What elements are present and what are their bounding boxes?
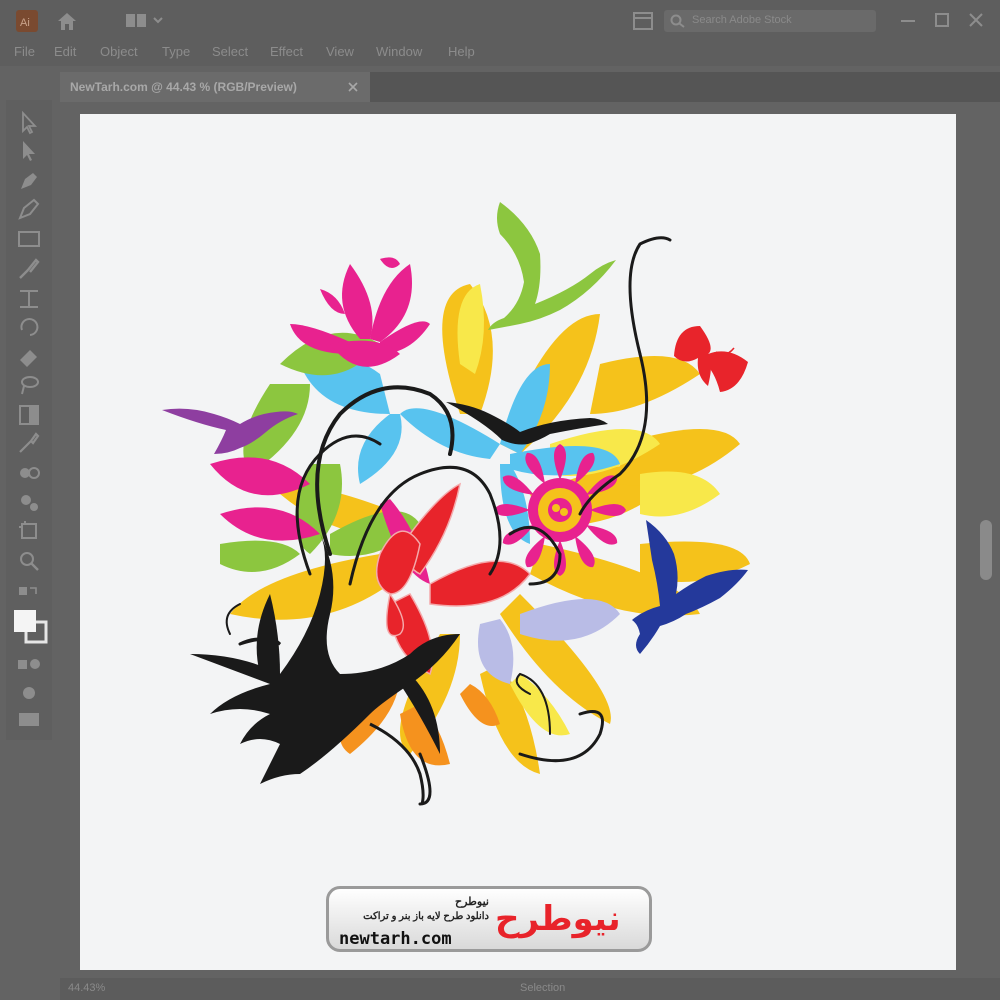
rotate-tool-icon[interactable]: [16, 314, 42, 340]
draw-mode-icon[interactable]: [16, 680, 42, 706]
svg-text:Ai: Ai: [20, 17, 30, 29]
search-placeholder: Search Adobe Stock: [692, 14, 792, 26]
search-stock-input[interactable]: Search Adobe Stock: [664, 10, 876, 32]
watermark-logo: نیوطرح دانلود طرح لایه باز بنر و تراکت n…: [326, 886, 652, 952]
menu-window[interactable]: Window: [376, 44, 422, 59]
eraser-tool-icon[interactable]: [16, 344, 42, 370]
menu-select[interactable]: Select: [212, 44, 248, 59]
green-bird: [488, 202, 616, 330]
screen-mode-icon[interactable]: [16, 706, 42, 732]
close-tab-icon[interactable]: [348, 82, 358, 92]
vertical-scrollbar[interactable]: [980, 520, 992, 580]
document-tab[interactable]: NewTarh.com @ 44.43 % (RGB/Preview): [60, 72, 370, 102]
lasso-tool-icon[interactable]: [16, 372, 42, 398]
artboard[interactable]: نیوطرح دانلود طرح لایه باز بنر و تراکت n…: [80, 114, 956, 970]
logo-url: newtarh.com: [339, 929, 452, 949]
close-icon[interactable]: [964, 8, 988, 32]
eyedropper-tool-icon[interactable]: [16, 430, 42, 456]
arrange-icon[interactable]: [632, 10, 654, 32]
color-mode-icon[interactable]: [16, 652, 42, 678]
curvature-tool-icon[interactable]: [16, 196, 42, 222]
artboard-tool-icon[interactable]: [16, 518, 42, 544]
tools-panel: [6, 100, 52, 740]
rectangle-tool-icon[interactable]: [16, 226, 42, 252]
logo-title: نیوطرح: [455, 896, 489, 908]
menu-help[interactable]: Help: [448, 44, 475, 59]
shaper-tool-icon[interactable]: [16, 286, 42, 312]
restore-icon[interactable]: [930, 8, 954, 32]
fill-stroke-swatches[interactable]: [12, 608, 48, 644]
home-icon[interactable]: [56, 10, 78, 32]
menu-file[interactable]: File: [14, 44, 35, 59]
app-title-bar: Ai Search Adobe Stock: [0, 0, 1000, 40]
blend-tool-icon[interactable]: [16, 460, 42, 486]
minimize-icon[interactable]: [896, 8, 920, 32]
direct-selection-tool-icon[interactable]: [16, 138, 42, 164]
zoom-tool-icon[interactable]: [16, 548, 42, 574]
search-icon: [670, 14, 685, 28]
menu-object[interactable]: Object: [100, 44, 138, 59]
status-tool-mode: Selection: [520, 982, 566, 994]
artwork: [162, 202, 750, 806]
logo-tagline: دانلود طرح لایه باز بنر و تراکت: [363, 911, 489, 922]
swap-fill-stroke-icon[interactable]: [16, 584, 42, 610]
workspace-icon[interactable]: [126, 12, 166, 30]
symbol-sprayer-tool-icon[interactable]: [16, 490, 42, 516]
status-bar: 44.43% Selection: [60, 978, 1000, 1000]
menu-effect[interactable]: Effect: [270, 44, 303, 59]
pen-tool-icon[interactable]: [16, 168, 42, 194]
paintbrush-tool-icon[interactable]: [16, 256, 42, 282]
zoom-level[interactable]: 44.43%: [68, 982, 105, 994]
logo-mark: نیوطرح: [495, 899, 621, 939]
document-tab-bar: NewTarh.com @ 44.43 % (RGB/Preview): [60, 72, 1000, 102]
menu-type[interactable]: Type: [162, 44, 190, 59]
app-logo-icon[interactable]: Ai: [16, 10, 38, 32]
menu-view[interactable]: View: [326, 44, 354, 59]
menu-edit[interactable]: Edit: [54, 44, 76, 59]
menu-bar: File Edit Object Type Select Effect View…: [0, 40, 1000, 66]
selection-tool-icon[interactable]: [16, 110, 42, 136]
gradient-tool-icon[interactable]: [16, 402, 42, 428]
document-tab-title: NewTarh.com @ 44.43 % (RGB/Preview): [70, 80, 297, 94]
